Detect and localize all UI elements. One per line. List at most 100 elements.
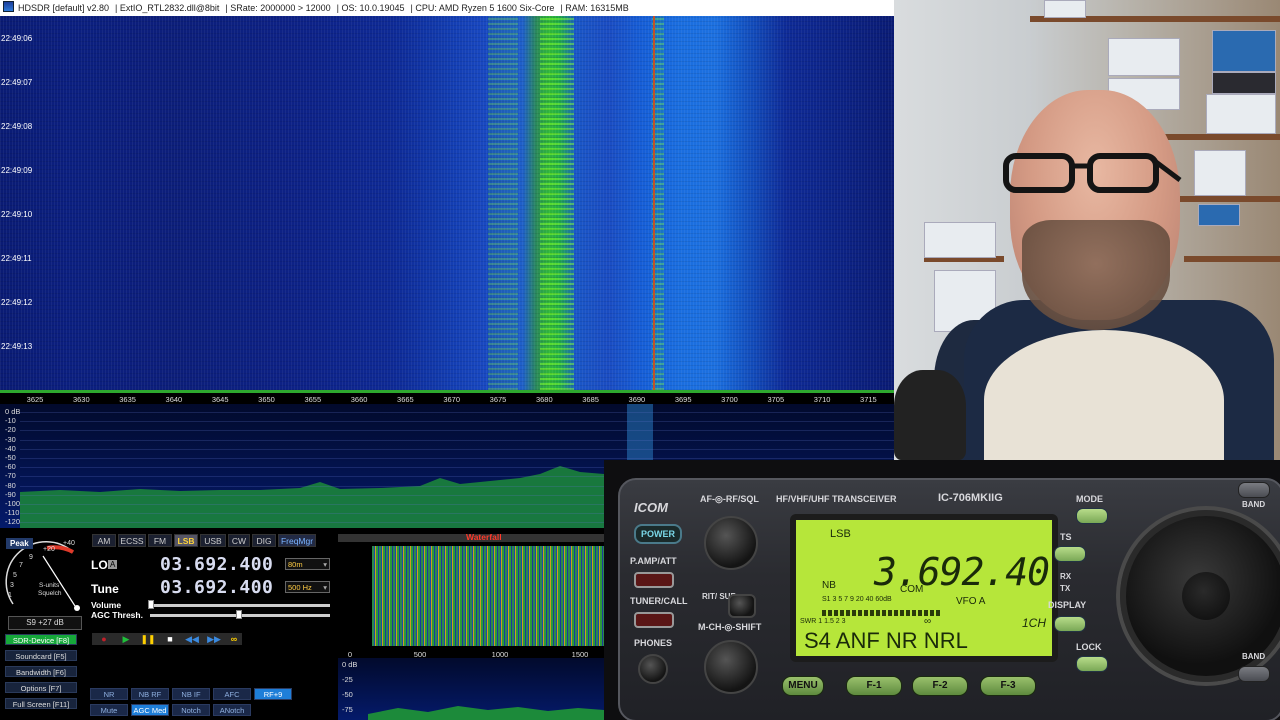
mch-label: M-CH-◎-SHIFT	[698, 622, 762, 632]
lcd-com: COM	[900, 584, 924, 595]
smeter-num: 1	[8, 592, 12, 599]
lo-badge[interactable]: A	[108, 560, 118, 569]
mch-knob[interactable]	[704, 640, 758, 694]
band-down-button[interactable]	[1238, 666, 1270, 682]
f1-button[interactable]: F-1	[846, 676, 902, 696]
db-label: -80	[5, 480, 16, 490]
db-label: -20	[5, 425, 16, 435]
band-up-button[interactable]	[1238, 482, 1270, 498]
tx-label: TX	[1060, 584, 1071, 593]
dsp-button-nb-rf[interactable]: NB RF	[131, 688, 169, 700]
mode-button-fm[interactable]: FM	[148, 534, 172, 547]
frequency-scale[interactable]: 3625 3630 3635 3640 3645 3650 3655 3660 3665 3670…	[0, 390, 894, 404]
s-meter-reading: S9 +27 dB	[8, 616, 82, 630]
frequency-tick: 3660	[350, 395, 368, 404]
menu-button[interactable]: MENU	[782, 676, 824, 696]
db-label: -50	[5, 453, 16, 462]
mode-button-cw[interactable]: CW	[228, 534, 250, 547]
ts-button[interactable]	[1054, 546, 1086, 562]
dsp-button-notch[interactable]: Notch	[172, 704, 210, 716]
lo-frequency[interactable]: 03.692.400	[160, 554, 273, 575]
f2-button[interactable]: F-2	[912, 676, 968, 696]
audio-db-label: -50	[342, 690, 353, 699]
waterfall-timestamp: 22:49:12	[1, 298, 33, 307]
agc-knob[interactable]	[236, 610, 242, 619]
audio-waterfall-label[interactable]: Waterfall	[466, 532, 502, 542]
mode-button-am[interactable]: AM	[92, 534, 116, 547]
lcd-channel: 1CH	[1022, 616, 1047, 630]
f3-button[interactable]: F-3	[980, 676, 1036, 696]
dsp-button-anotch[interactable]: ANotch	[213, 704, 251, 716]
mode-button[interactable]	[1076, 508, 1108, 524]
audio-waterfall[interactable]	[372, 546, 604, 646]
rf-waterfall[interactable]: 22:49:06 22:49:07 22:49:08 22:49:09 22:49:10…	[0, 16, 894, 390]
dsp-button-afc[interactable]: AFC	[213, 688, 251, 700]
frequency-tick: 3685	[582, 395, 599, 404]
pause-icon[interactable]: ❚❚	[138, 633, 158, 645]
smeter-top: +40	[63, 540, 75, 547]
waterfall-timestamp: 22:49:10	[1, 210, 33, 219]
tune-label: Tune	[91, 582, 119, 596]
record-icon[interactable]: ●	[94, 633, 114, 645]
tuner-button[interactable]	[634, 612, 674, 628]
rewind-icon[interactable]: ◀◀	[182, 633, 202, 645]
audio-freq-tick: 1500	[571, 650, 589, 659]
peak-label[interactable]: Peak	[6, 538, 33, 549]
db-label: -100	[5, 499, 21, 508]
lcd-mode: LSB	[830, 528, 851, 540]
tune-marker[interactable]	[653, 16, 655, 390]
pamp-button[interactable]	[634, 572, 674, 588]
tuner-label: TUNER/CALL	[630, 596, 688, 606]
mode-button-ecss[interactable]: ECSS	[118, 534, 146, 547]
lcd-swr: SWR 1 1.5 2 3	[800, 618, 846, 625]
volume-slider[interactable]	[150, 604, 330, 607]
side-button[interactable]: Soundcard [F5]	[5, 650, 77, 661]
db-label: -110	[5, 508, 20, 518]
dsp-button-nr[interactable]: NR	[90, 688, 128, 700]
display-button[interactable]	[1054, 616, 1086, 632]
smeter-num: 9	[29, 554, 33, 561]
side-button[interactable]: SDR-Device [F8]	[5, 634, 77, 645]
frequency-tick: 3670	[443, 395, 461, 404]
frequency-tick: 3640	[165, 395, 183, 404]
loop-icon[interactable]: ∞	[224, 633, 244, 645]
side-button[interactable]: Bandwidth [F6]	[5, 666, 77, 677]
fast-forward-icon[interactable]: ▶▶	[204, 633, 224, 645]
smeter-num: 7	[19, 562, 23, 569]
mode-button-freqmgr[interactable]: FreqMgr	[278, 534, 316, 547]
play-icon[interactable]: ▶	[116, 633, 136, 645]
audio-spectrum[interactable]	[338, 658, 604, 720]
mode-button-usb[interactable]: USB	[200, 534, 226, 547]
smeter-num: 5	[13, 572, 17, 579]
bandwidth-value: 500 Hz	[288, 583, 312, 592]
phones-jack[interactable]	[638, 654, 668, 684]
side-button[interactable]: Options [F7]	[5, 682, 77, 693]
volume-knob[interactable]	[148, 600, 154, 609]
mode-button-lsb[interactable]: LSB	[174, 534, 198, 547]
phones-label: PHONES	[634, 638, 673, 648]
hdsdr-app-icon	[3, 1, 14, 12]
display-label: DISPLAY	[1048, 600, 1087, 610]
mode-button-dig[interactable]: DIG	[252, 534, 276, 547]
title-bar: HDSDR [default] v2.80 | ExtIO_RTL2832.dll…	[0, 0, 894, 16]
af-rf-knob[interactable]	[704, 516, 758, 570]
pamp-label: P.AMP/ATT	[630, 556, 677, 566]
dsp-button-rfplus9[interactable]: RF+9	[254, 688, 292, 700]
af-rf-label: AF-◎-RF/SQL	[700, 494, 759, 504]
chevron-down-icon: ▾	[323, 583, 327, 592]
tune-frequency[interactable]: 03.692.400	[160, 577, 273, 598]
dsp-button-nb-if[interactable]: NB IF	[172, 688, 210, 700]
dsp-button-agc-med[interactable]: AGC Med	[131, 704, 169, 716]
db-label: -40	[5, 443, 16, 453]
audio-db-label: -75	[342, 705, 353, 714]
side-button[interactable]: Full Screen [F11]	[5, 698, 77, 709]
bandwidth-select[interactable]: 500 Hz ▾	[285, 581, 330, 593]
stop-icon[interactable]: ■	[160, 633, 180, 645]
power-button[interactable]: POWER	[634, 524, 682, 544]
lock-button[interactable]	[1076, 656, 1108, 672]
lcd-nb: NB	[822, 580, 836, 591]
dsp-button-mute[interactable]: Mute	[90, 704, 128, 716]
band-select[interactable]: 80m ▾	[285, 558, 330, 570]
rit-button[interactable]	[728, 594, 756, 618]
rx-label: RX	[1060, 572, 1072, 581]
